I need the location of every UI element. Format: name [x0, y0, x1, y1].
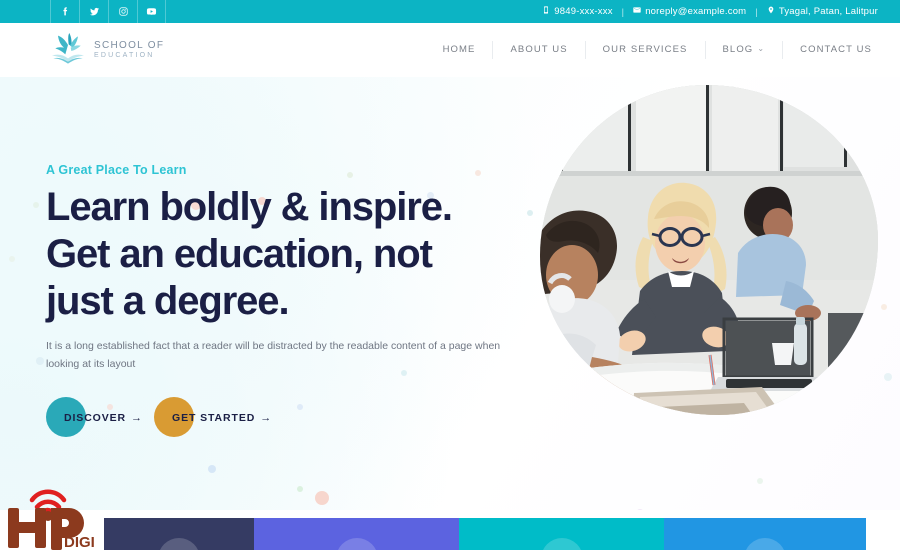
discover-label-text: DISCOVER — [64, 412, 127, 425]
phone-icon — [542, 5, 550, 18]
main-navigation: HOME ABOUT US OUR SERVICES BLOG ⌄ CONTAC… — [433, 41, 872, 59]
get-started-arrow-icon: → — [260, 412, 273, 425]
instagram-icon[interactable] — [108, 0, 137, 23]
facebook-icon[interactable] — [50, 0, 79, 23]
hero-cta-row: DISCOVER → GET STARTED → — [46, 395, 526, 441]
panel-indigo[interactable] — [254, 518, 459, 550]
nav-label-our-services: OUR SERVICES — [602, 44, 688, 55]
address-item[interactable]: Tyagal, Patan, Lalitpur — [767, 5, 878, 18]
contact-separator-1: | — [621, 6, 625, 17]
watermark-sub-text: DIGI — [64, 534, 95, 550]
bottom-color-panels — [104, 518, 866, 550]
nav-item-our-services[interactable]: OUR SERVICES — [584, 41, 705, 59]
chevron-down-icon: ⌄ — [757, 44, 766, 53]
open-book-logo-icon — [48, 33, 88, 67]
phone-number: 9849-xxx-xxx — [554, 6, 613, 17]
nav-label-contact-us: CONTACT US — [800, 44, 872, 55]
hero-copy: A Great Place To Learn Learn boldly & in… — [46, 163, 526, 441]
panel-icon-circle — [335, 538, 378, 550]
hero-eyebrow: A Great Place To Learn — [46, 163, 187, 177]
panel-blue[interactable] — [664, 518, 866, 550]
nav-label-blog: BLOG — [722, 44, 754, 55]
panel-icon-circle — [540, 538, 583, 550]
youtube-icon[interactable] — [137, 0, 166, 23]
twitter-icon[interactable] — [79, 0, 108, 23]
decor-dot-11 — [9, 256, 15, 262]
discover-button[interactable]: DISCOVER → — [46, 395, 143, 441]
panel-navy[interactable] — [104, 518, 254, 550]
hero-subcopy: It is a long established fact that a rea… — [46, 340, 501, 371]
top-bar: 9849-xxx-xxx | noreply@example.com | Tya… — [0, 0, 900, 23]
decor-dot-25 — [757, 478, 763, 484]
logo-wordmark: SCHOOL OF EDUCATION — [94, 40, 164, 60]
decor-dot-18 — [315, 491, 329, 505]
discover-arrow-icon: → — [131, 412, 143, 425]
nav-item-contact-us[interactable]: CONTACT US — [782, 41, 872, 59]
get-started-label-text: GET STARTED — [172, 412, 256, 425]
social-links — [50, 0, 166, 23]
decor-dot-17 — [297, 486, 303, 492]
decor-dot-26 — [881, 304, 887, 310]
email-icon — [633, 5, 641, 18]
hero-photo — [540, 85, 878, 415]
hero-section: A Great Place To Learn Learn boldly & in… — [0, 77, 900, 510]
nav-item-home[interactable]: HOME — [433, 41, 493, 59]
decor-dot-13 — [36, 357, 44, 365]
decor-dot-24 — [636, 509, 644, 510]
nav-label-about-us: ABOUT US — [510, 44, 568, 55]
address-text: Tyagal, Patan, Lalitpur — [778, 6, 878, 17]
site-header: SCHOOL OF EDUCATION HOME ABOUT US OUR SE… — [0, 23, 900, 77]
watermark-logo: DIGI — [4, 480, 110, 550]
email-address: noreply@example.com — [645, 6, 747, 17]
email-item[interactable]: noreply@example.com — [633, 5, 746, 18]
site-logo[interactable]: SCHOOL OF EDUCATION — [48, 33, 164, 67]
logo-line-2: EDUCATION — [94, 51, 155, 59]
headline-line-1: Learn boldly & inspire. — [46, 185, 453, 229]
contact-separator-2: | — [755, 6, 758, 17]
hero-headline: Learn boldly & inspire. Get an education… — [46, 184, 526, 324]
get-started-button[interactable]: GET STARTED → — [154, 395, 272, 441]
nav-item-blog[interactable]: BLOG ⌄ — [704, 41, 783, 59]
decor-dot-5 — [527, 210, 533, 216]
get-started-button-label: GET STARTED → — [154, 412, 272, 424]
headline-line-3: just a degree. — [46, 278, 290, 323]
decor-dot-10 — [33, 202, 39, 208]
logo-line-1: SCHOOL OF — [94, 40, 165, 52]
nav-label-home: HOME — [442, 44, 476, 55]
decor-dot-23 — [208, 465, 216, 473]
decor-dot-27 — [884, 373, 892, 381]
contact-info: 9849-xxx-xxx | noreply@example.com | Tya… — [542, 5, 878, 18]
phone-item[interactable]: 9849-xxx-xxx — [542, 5, 612, 18]
panel-teal[interactable] — [459, 518, 664, 550]
nav-item-about-us[interactable]: ABOUT US — [492, 41, 584, 59]
panel-icon-circle — [158, 538, 200, 550]
panel-icon-circle — [744, 538, 786, 550]
discover-button-label: DISCOVER → — [46, 412, 143, 424]
location-pin-icon — [767, 5, 775, 18]
headline-line-2: Get an education, not — [46, 231, 433, 276]
